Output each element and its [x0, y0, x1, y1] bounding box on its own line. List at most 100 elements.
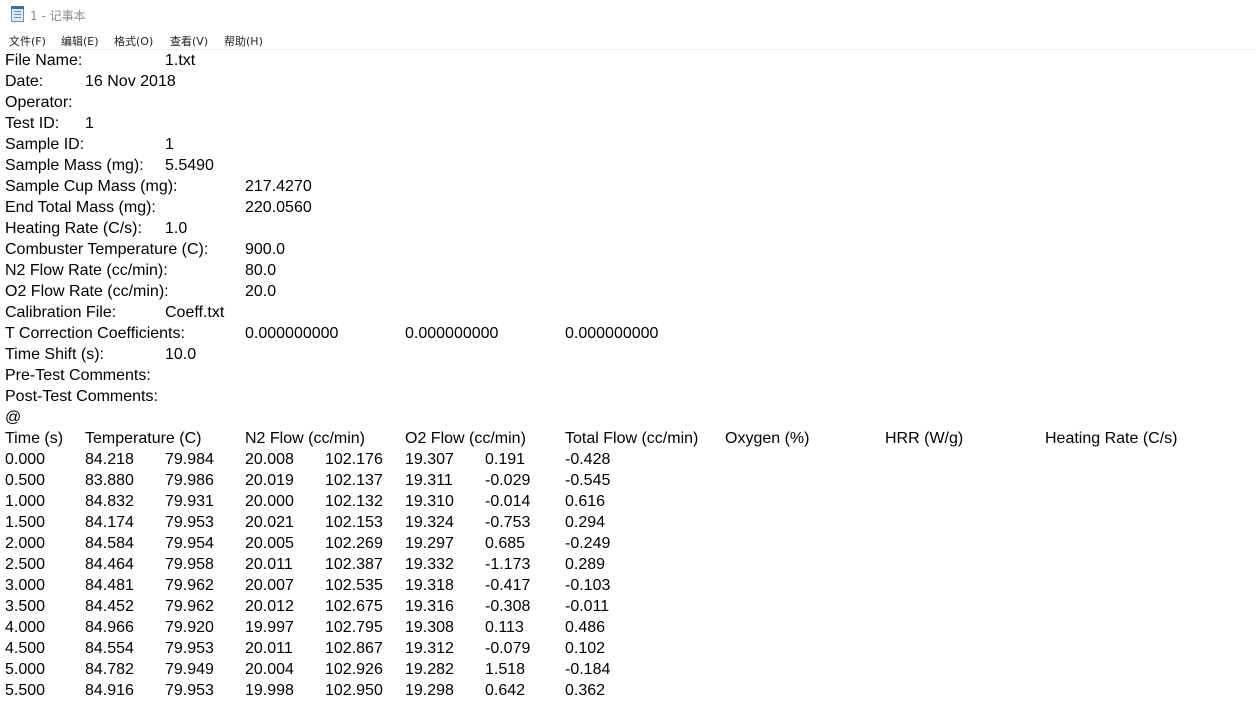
- text-value: 102.535: [325, 577, 383, 594]
- text-value: 83.880: [85, 472, 134, 489]
- text-label: Operator:: [5, 94, 73, 111]
- menu-format[interactable]: 格式(O): [114, 33, 153, 49]
- text-value: 102.153: [325, 514, 383, 531]
- text-value: -0.011: [565, 598, 610, 615]
- text-value: 79.986: [165, 472, 214, 489]
- text-value: -0.545: [565, 472, 611, 489]
- text-value: 0.685: [485, 535, 526, 552]
- text-value: 20.005: [245, 535, 294, 552]
- text-label: N2 Flow Rate (cc/min):: [5, 262, 168, 279]
- text-label: Time (s): [5, 430, 64, 447]
- text-value: 19.307: [405, 451, 454, 468]
- text-value: 20.012: [245, 598, 294, 615]
- text-value: 20.0: [245, 283, 277, 300]
- text-value: 19.311: [405, 472, 453, 489]
- text-value: 19.308: [405, 619, 454, 636]
- menu-file[interactable]: 文件(F): [9, 33, 46, 49]
- text-value: 84.174: [85, 514, 134, 531]
- text-label: 5.000: [5, 661, 46, 678]
- text-value: 20.019: [245, 472, 294, 489]
- text-value: 84.464: [85, 556, 134, 573]
- text-value: 1.518: [485, 661, 526, 678]
- text-value: 220.0560: [245, 199, 312, 216]
- text-value: -0.029: [485, 472, 531, 489]
- title-bar[interactable]: 1 - 记事本: [0, 0, 1256, 30]
- text-value: 79.962: [165, 577, 214, 594]
- text-value: 84.218: [85, 451, 134, 468]
- menu-view[interactable]: 查看(V): [170, 33, 208, 49]
- text-value: 20.000: [245, 493, 294, 510]
- text-value: 900.0: [245, 241, 286, 258]
- text-label: 0.500: [5, 472, 46, 489]
- text-value: 102.137: [325, 472, 383, 489]
- text-label: Sample ID:: [5, 136, 85, 153]
- text-value: -0.014: [485, 493, 531, 510]
- text-value: 0.486: [565, 619, 606, 636]
- text-label: 0.000: [5, 451, 46, 468]
- text-value: 19.318: [405, 577, 454, 594]
- text-label: Sample Cup Mass (mg):: [5, 178, 178, 195]
- text-value: 0.294: [565, 514, 606, 531]
- text-value: 0.289: [565, 556, 606, 573]
- text-value: 79.962: [165, 598, 214, 615]
- text-label: Time Shift (s):: [5, 346, 104, 363]
- text-value: 79.931: [165, 493, 214, 510]
- text-value: 0.000000000: [565, 325, 659, 342]
- text-value: 84.782: [85, 661, 134, 678]
- text-value: 19.316: [405, 598, 454, 615]
- text-value: 20.007: [245, 577, 294, 594]
- text-label: 1.000: [5, 493, 46, 510]
- text-label: 3.500: [5, 598, 46, 615]
- text-label: Sample Mass (mg):: [5, 157, 144, 174]
- text-editor[interactable]: File Name: 1.txt Date: 16 Nov 2018 Operator:…: [0, 50, 1256, 700]
- text-value: 0.616: [565, 493, 606, 510]
- text-value: 80.0: [245, 262, 277, 279]
- menu-edit[interactable]: 编辑(E): [61, 33, 99, 49]
- text-value: 79.949: [165, 661, 214, 678]
- text-label: 5.500: [5, 682, 46, 699]
- text-value: -0.249: [565, 535, 611, 552]
- window-title: 1 - 记事本: [30, 9, 86, 23]
- text-label: Calibration File:: [5, 304, 117, 321]
- text-label: @: [5, 409, 22, 426]
- text-value: N2 Flow (cc/min): [245, 430, 366, 447]
- text-value: -0.428: [565, 451, 611, 468]
- text-value: Coeff.txt: [165, 304, 225, 321]
- text-value: 102.926: [325, 661, 383, 678]
- text-label: 2.000: [5, 535, 46, 552]
- text-value: 84.584: [85, 535, 134, 552]
- text-value: 79.984: [165, 451, 214, 468]
- text-value: 0.000000000: [405, 325, 499, 342]
- text-value: 19.997: [245, 619, 294, 636]
- text-value: O2 Flow (cc/min): [405, 430, 526, 447]
- text-label: End Total Mass (mg):: [5, 199, 156, 216]
- text-value: 0.362: [565, 682, 606, 699]
- text-value: 0.102: [565, 640, 606, 657]
- text-value: 0.642: [485, 682, 526, 699]
- text-value: 1: [165, 136, 174, 153]
- text-value: Oxygen (%): [725, 430, 810, 447]
- text-label: Test ID:: [5, 115, 60, 132]
- notepad-icon: [11, 6, 24, 22]
- text-value: 19.332: [405, 556, 454, 573]
- text-value: 20.011: [245, 556, 293, 573]
- text-value: -0.184: [565, 661, 611, 678]
- text-value: 102.176: [325, 451, 383, 468]
- text-value: 79.958: [165, 556, 214, 573]
- menu-help[interactable]: 帮助(H): [224, 33, 263, 49]
- text-value: 5.5490: [165, 157, 214, 174]
- text-value: 79.953: [165, 682, 214, 699]
- text-value: -0.079: [485, 640, 531, 657]
- text-value: 19.998: [245, 682, 294, 699]
- text-value: 19.324: [405, 514, 454, 531]
- text-value: 84.481: [85, 577, 134, 594]
- text-label: File Name:: [5, 52, 83, 69]
- text-value: 1.txt: [165, 52, 196, 69]
- text-value: 0.000000000: [245, 325, 339, 342]
- text-value: -0.103: [565, 577, 611, 594]
- text-value: -0.417: [485, 577, 531, 594]
- text-value: 102.269: [325, 535, 383, 552]
- text-label: O2 Flow Rate (cc/min):: [5, 283, 169, 300]
- text-value: 1: [85, 115, 94, 132]
- text-label: Heating Rate (C/s):: [5, 220, 142, 237]
